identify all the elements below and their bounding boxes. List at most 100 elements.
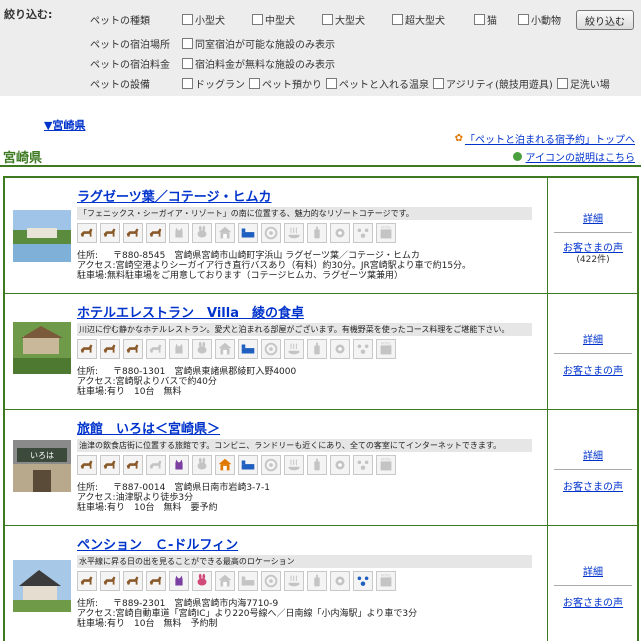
svg-text:HOTEL: HOTEL [381, 574, 392, 578]
svg-text:HOTEL: HOTEL [381, 226, 392, 230]
pet-icon-row: HOTEL [77, 571, 399, 591]
hotel-catchphrase: 川辺に佇む静かなホテルレストラン。愛犬と泊まれる部屋がございます。有機野菜を使っ… [77, 323, 532, 336]
option-large-dog[interactable]: 大型犬 [322, 12, 388, 27]
hotel-name-link[interactable]: ペンション Ｃ-ドルフィン [77, 534, 238, 553]
checkbox[interactable] [182, 37, 193, 49]
hotel-parking: 無料駐車場をご用意しております（コテージヒムカ、ラグゼーツ葉兼用） [107, 271, 403, 281]
listing-item: ラグゼーツ葉／コテージ・ヒムカ 「フェニックス・シーガイア・リゾート」の南に位置… [5, 178, 637, 294]
kennel-icon [215, 571, 235, 591]
kennel-icon [215, 223, 235, 243]
reviews-link[interactable]: お客さまの声 [548, 362, 638, 377]
details-link[interactable]: 詳細 [548, 447, 638, 462]
option-onsen[interactable]: ペットと入れる温泉 [326, 76, 429, 91]
hotel-icon: HOTEL [376, 571, 396, 591]
filter-row-facility: ペットの設備 ドッグラン ペット預かり ペットと入れる温泉 アジリティ(競技用遊… [90, 74, 614, 92]
checkbox[interactable] [518, 13, 529, 25]
details-link[interactable]: 詳細 [548, 210, 638, 225]
cat-icon [169, 455, 189, 475]
option-small-dog[interactable]: 小型犬 [182, 12, 248, 27]
dog-run-icon [261, 455, 281, 475]
listing-actions: 詳細 お客さまの声 [547, 294, 637, 409]
agility-icon [353, 455, 373, 475]
hotel-catchphrase: 油津の飲食店街に位置する旅館です。コンビニ、ランドリーも近くにあり、全ての客室に… [77, 439, 532, 452]
filter-row-place: ペットの宿泊場所 同室宿泊が可能な施設のみ表示 [90, 34, 339, 52]
amenity-icon [330, 223, 350, 243]
hotel-parking: 有り 10台 無料 [107, 387, 182, 397]
listing-actions: 詳細 お客さまの声 [547, 526, 637, 641]
option-cat[interactable]: 猫 [474, 12, 514, 27]
listing-actions: 詳細 お客さまの声 (422件) [547, 178, 637, 293]
actions-divider [554, 585, 632, 586]
shampoo-icon [307, 571, 327, 591]
filter-submit-button[interactable]: 絞り込む [576, 10, 634, 30]
shampoo-icon [307, 339, 327, 359]
review-count: (422件) [576, 255, 610, 265]
listing-item: いろは 旅館 いろは＜宮崎県＞ 油津の飲食店街に位置する旅館です。コンビニ、ラン… [5, 410, 637, 526]
medium-dog-icon [100, 223, 120, 243]
onsen-icon [284, 223, 304, 243]
xl-dog-icon [146, 571, 166, 591]
checkbox[interactable] [556, 77, 568, 89]
filter-label-species: ペットの種類 [90, 15, 150, 27]
hotel-name-link[interactable]: 旅館 いろは＜宮崎県＞ [77, 418, 220, 437]
prefecture-anchor-link[interactable]: ▼宮崎県 [44, 117, 85, 133]
small-dog-icon [77, 339, 97, 359]
checkbox[interactable] [182, 57, 193, 69]
option-medium-dog[interactable]: 中型犬 [252, 12, 318, 27]
hotel-address: 〒880-1301 宮崎県東諸県郡綾町入野4000 [113, 367, 297, 377]
xl-dog-icon [146, 223, 166, 243]
option-dog-run[interactable]: ドッグラン [182, 76, 245, 91]
option-foot-wash[interactable]: 足洗い場 [556, 76, 610, 91]
hotel-icon: HOTEL [376, 455, 396, 475]
onsen-icon [284, 455, 304, 475]
actions-divider [554, 353, 632, 354]
amenity-icon [330, 339, 350, 359]
hotel-photo: いろは [13, 440, 71, 492]
option-xl-dog[interactable]: 超大型犬 [392, 12, 470, 27]
listing-table: ラグゼーツ葉／コテージ・ヒムカ 「フェニックス・シーガイア・リゾート」の南に位置… [3, 176, 639, 641]
option-pet-care[interactable]: ペット預かり [249, 76, 322, 91]
option-free-fee[interactable]: 宿泊料金が無料な施設のみ表示 [182, 56, 335, 71]
filter-row-fee: ペットの宿泊料金 宿泊料金が無料な施設のみ表示 [90, 54, 339, 72]
checkbox[interactable] [249, 77, 260, 89]
hotel-info: 住所: 〒889-2301 宮崎県宮崎市内海7710-9 アクセス:宮崎自動車道「… [77, 599, 418, 629]
hotel-address: 〒880-8545 宮崎県宮崎市山崎町字浜山 ラグゼーツ葉／コテージ・ヒムカ [113, 251, 420, 261]
checkbox[interactable] [433, 77, 444, 89]
checkbox[interactable] [326, 77, 337, 89]
medium-dog-icon [100, 571, 120, 591]
pet-icon-row: HOTEL [77, 339, 399, 359]
hotel-info: 住所: 〒880-8545 宮崎県宮崎市山崎町字浜山 ラグゼーツ葉／コテージ・ヒム… [77, 251, 472, 281]
large-dog-icon [123, 223, 143, 243]
room-icon [238, 339, 258, 359]
filter-title: 絞り込む: [4, 8, 53, 21]
checkbox[interactable] [474, 13, 485, 25]
option-same-room[interactable]: 同室宿泊が可能な施設のみ表示 [182, 36, 335, 51]
top-page-link[interactable]: ✿ 「ペットと泊まれる宿予約」トップへ [455, 131, 635, 146]
icon-help-link[interactable]: アイコンの説明はこちら [512, 149, 635, 164]
filter-row-species: ペットの種類 小型犬 中型犬 大型犬 超大型犬 猫 小動物 [90, 10, 565, 28]
hotel-name-link[interactable]: ホテルエレストラン Villa 綾の食卓 [77, 302, 304, 321]
green-dot-icon [512, 152, 522, 161]
filter-panel: 絞り込む: ペットの種類 小型犬 中型犬 大型犬 超大型犬 猫 小動物 ペットの… [0, 0, 641, 96]
svg-text:HOTEL: HOTEL [381, 458, 392, 462]
details-link[interactable]: 詳細 [548, 563, 638, 578]
hotel-name-link[interactable]: ラグゼーツ葉／コテージ・ヒムカ [77, 186, 271, 205]
onsen-icon [284, 339, 304, 359]
hotel-address: 〒887-0014 宮崎県日南市岩崎3-7-1 [113, 483, 271, 493]
checkbox[interactable] [322, 13, 333, 25]
reviews-link[interactable]: お客さまの声 [548, 594, 638, 609]
medium-dog-icon [100, 455, 120, 475]
checkbox[interactable] [392, 13, 403, 25]
agility-icon [353, 571, 373, 591]
reviews-link[interactable]: お客さまの声 [548, 478, 638, 493]
hotel-parking: 有り 10台 無料 予約制 [107, 619, 218, 629]
checkbox[interactable] [182, 13, 193, 25]
option-small-animal[interactable]: 小動物 [518, 12, 561, 27]
hotel-icon: HOTEL [376, 223, 396, 243]
details-link[interactable]: 詳細 [548, 331, 638, 346]
checkbox[interactable] [252, 13, 263, 25]
kennel-icon [215, 455, 235, 475]
checkbox[interactable] [182, 77, 193, 89]
pet-icon-row: HOTEL [77, 223, 399, 243]
option-agility[interactable]: アジリティ(競技用遊具) [433, 76, 553, 91]
